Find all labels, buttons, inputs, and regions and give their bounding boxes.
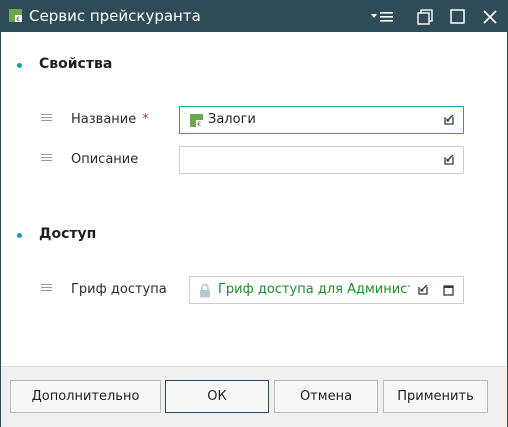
menu-icon (371, 11, 393, 22)
close-icon (483, 9, 497, 24)
name-label: Название * (71, 112, 149, 127)
restore-icon (417, 8, 433, 25)
menu-button[interactable] (367, 1, 397, 32)
lock-icon (199, 283, 211, 302)
description-field[interactable] (179, 146, 464, 174)
access-stamp-label: Гриф доступа (71, 282, 167, 297)
close-button[interactable] (475, 1, 505, 32)
restore-button[interactable] (410, 1, 440, 32)
cancel-button[interactable]: Отмена (274, 380, 378, 413)
access-stamp-value[interactable]: Гриф доступа для Администрат (218, 282, 410, 297)
drag-handle-icon[interactable] (41, 114, 52, 121)
svg-text:€: € (16, 16, 20, 23)
title-bar[interactable]: € Сервис прейскуранта (1, 1, 507, 32)
access-stamp-field[interactable]: Гриф доступа для Администрат (189, 276, 464, 304)
maximize-icon (449, 9, 465, 24)
section-bullet (17, 233, 22, 238)
section-title-access: Доступ (39, 226, 97, 242)
dialog-content: Свойства Название * € Залоги Описание До… (1, 32, 507, 366)
dialog-footer: Дополнительно ОК Отмена Применить (1, 366, 507, 427)
window-title: Сервис прейскуранта (29, 7, 201, 25)
maximize-button[interactable] (442, 1, 472, 32)
more-button[interactable]: Дополнительно (10, 380, 161, 413)
required-marker: * (142, 112, 149, 127)
select-value-icon[interactable] (443, 114, 455, 130)
price-list-icon: € (9, 9, 23, 23)
description-label: Описание (71, 152, 139, 167)
price-list-icon: € (190, 114, 204, 132)
dialog-window: € Сервис прейскуранта Свойства Название … (0, 0, 508, 427)
name-field[interactable]: € Залоги (179, 106, 464, 134)
name-value: Залоги (208, 112, 256, 127)
section-title-properties: Свойства (39, 56, 113, 72)
apply-button[interactable]: Применить (383, 380, 488, 413)
select-value-icon[interactable] (443, 154, 455, 170)
drag-handle-icon[interactable] (41, 154, 52, 161)
svg-text:€: € (197, 121, 201, 128)
open-card-icon[interactable] (443, 285, 454, 300)
drag-handle-icon[interactable] (41, 284, 52, 291)
section-bullet (17, 63, 22, 68)
ok-button[interactable]: ОК (165, 380, 269, 413)
select-value-icon[interactable] (417, 284, 429, 300)
